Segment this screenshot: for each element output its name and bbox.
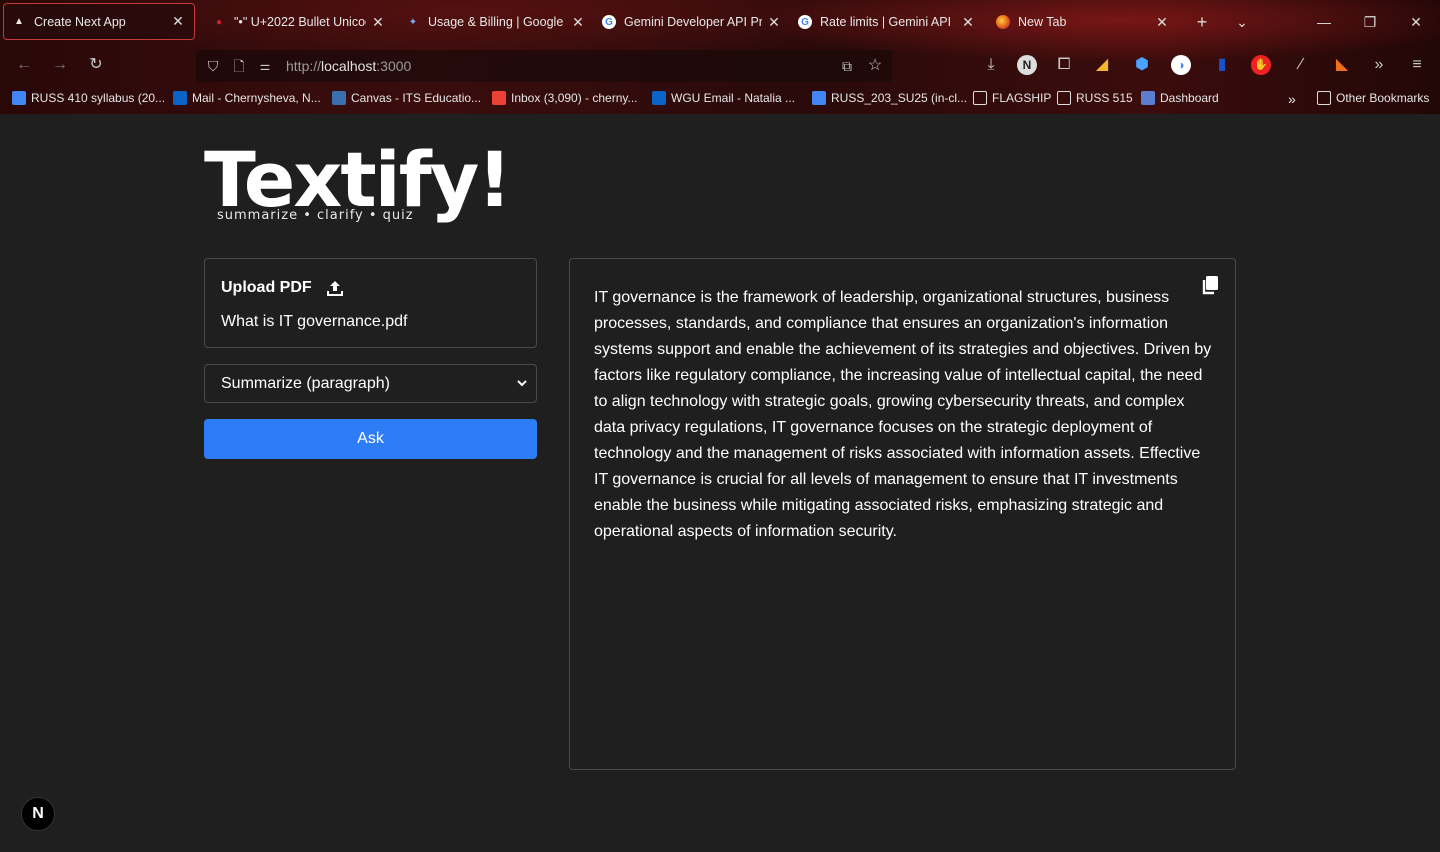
other-bookmarks-folder[interactable]: Other Bookmarks <box>1317 91 1429 105</box>
close-icon[interactable]: ✕ <box>1154 14 1170 31</box>
tab-title: "•" U+2022 Bullet Unicode Character <box>234 15 366 29</box>
tab-strip: ▲ Create Next App ✕ ● "•" U+2022 Bullet … <box>0 0 1440 44</box>
bookmark-item[interactable]: Mail - Chernysheva, N... <box>173 91 321 105</box>
upload-pdf-card[interactable]: Upload PDF What is IT governance.pdf <box>204 258 537 348</box>
extension-icon[interactable]: ◢ <box>1091 54 1113 76</box>
overflow-chevron-icon[interactable]: » <box>1368 54 1390 76</box>
bookmark-item[interactable]: Canvas - ITS Educatio... <box>332 91 481 105</box>
tab-title: Usage & Billing | Google AI Studio <box>428 15 566 29</box>
nextjs-dev-badge[interactable]: N <box>21 797 55 831</box>
menu-icon[interactable]: ≡ <box>1406 54 1428 76</box>
docs-icon <box>12 91 26 105</box>
tab-title: Create Next App <box>34 14 126 29</box>
firefox-icon <box>996 15 1010 29</box>
google-icon: G <box>798 15 812 29</box>
privacy-extension-icon[interactable]: ◑ <box>1171 55 1191 75</box>
close-icon[interactable]: ✕ <box>960 14 976 31</box>
close-icon[interactable]: ✕ <box>766 14 782 31</box>
translate-icon[interactable]: ⧉ <box>836 55 858 77</box>
bullet-site-icon: ● <box>215 16 223 28</box>
bookmarks-overflow-icon[interactable]: » <box>1288 91 1296 107</box>
reload-icon[interactable]: ↻ <box>85 54 107 76</box>
folder-icon <box>1317 91 1331 105</box>
close-icon[interactable]: ✕ <box>370 14 386 31</box>
bookmark-extension-icon[interactable]: ▮ <box>1211 54 1233 76</box>
window-close-icon[interactable]: ✕ <box>1404 10 1428 34</box>
restore-icon[interactable]: ❐ <box>1358 10 1382 34</box>
outlook-icon <box>173 91 187 105</box>
tab-rate-limits[interactable]: G Rate limits | Gemini API ✕ <box>790 4 984 40</box>
chevron-down-icon <box>517 380 527 387</box>
tab-title: Gemini Developer API Pricing <box>624 15 762 29</box>
mode-select-value: Summarize (paragraph) <box>221 375 390 392</box>
back-arrow-icon[interactable]: ← <box>13 54 35 76</box>
bookmark-item[interactable]: RUSS 410 syllabus (20... <box>12 91 165 105</box>
gmail-icon <box>492 91 506 105</box>
extensions-puzzle-icon[interactable]: ⧠ <box>1053 54 1075 76</box>
folder-icon <box>973 91 987 105</box>
upload-pdf-button[interactable]: Upload PDF <box>221 279 344 297</box>
close-icon[interactable]: ✕ <box>570 14 586 31</box>
logo-tagline: summarize • clarify • quiz <box>215 208 416 223</box>
navigation-bar: ← → ↻ ⛉ 🗋 ⚌ http://localhost:3000 ⧉ ☆ ⤓ … <box>0 44 1440 86</box>
language-extension-icon[interactable]: ⬢ <box>1131 54 1153 76</box>
adblock-extension-icon[interactable]: ✋ <box>1251 55 1271 75</box>
outlook-icon <box>652 91 666 105</box>
tab-bullet-unicode[interactable]: ● "•" U+2022 Bullet Unicode Character ✕ <box>204 4 394 40</box>
upload-pdf-label: Upload PDF <box>221 279 312 296</box>
upload-icon <box>326 281 343 296</box>
notion-extension-icon[interactable]: N <box>1017 55 1037 75</box>
permissions-icon[interactable]: ⚌ <box>254 55 276 77</box>
canvas-icon <box>332 91 346 105</box>
new-tab-plus-icon[interactable]: + <box>1190 10 1214 34</box>
bookmark-item[interactable]: Inbox (3,090) - cherny... <box>492 91 638 105</box>
vercel-triangle-icon: ▲ <box>14 16 24 27</box>
uploaded-file-name: What is IT governance.pdf <box>221 313 408 330</box>
dashboard-icon <box>1141 91 1155 105</box>
textify-logo: Textify! summarize • clarify • quiz <box>204 140 512 230</box>
bookmarks-bar: RUSS 410 syllabus (20... Mail - Chernysh… <box>0 88 1440 112</box>
star-bookmark-icon[interactable]: ☆ <box>864 55 886 77</box>
extension-icon[interactable]: ◣ <box>1331 54 1353 76</box>
page-icon[interactable]: 🗋 <box>228 55 250 77</box>
ask-button[interactable]: Ask <box>204 419 537 459</box>
bookmark-item[interactable]: WGU Email - Natalia ... <box>652 91 795 105</box>
tab-title: Rate limits | Gemini API <box>820 15 952 29</box>
folder-icon <box>1057 91 1071 105</box>
google-icon: G <box>602 15 616 29</box>
tab-gemini-pricing[interactable]: G Gemini Developer API Pricing ✕ <box>594 4 790 40</box>
url-bar[interactable]: ⛉ 🗋 ⚌ http://localhost:3000 ⧉ ☆ <box>196 50 892 82</box>
eyedropper-icon[interactable]: ⁄ <box>1290 54 1312 76</box>
shield-icon[interactable]: ⛉ <box>202 55 224 77</box>
bookmark-folder[interactable]: FLAGSHIP <box>973 91 1051 105</box>
close-icon[interactable]: ✕ <box>170 13 186 30</box>
output-panel: IT governance is the framework of leader… <box>569 258 1236 770</box>
docs-icon <box>812 91 826 105</box>
forward-arrow-icon[interactable]: → <box>49 54 71 76</box>
bookmark-item[interactable]: Dashboard <box>1141 91 1219 105</box>
tab-usage-billing[interactable]: ✦ Usage & Billing | Google AI Studio ✕ <box>398 4 594 40</box>
bookmark-item[interactable]: RUSS_203_SU25 (in-cl... <box>812 91 967 105</box>
output-text: IT governance is the framework of leader… <box>594 289 1212 540</box>
tab-title: New Tab <box>1018 15 1067 29</box>
bookmark-folder[interactable]: RUSS 515 <box>1057 91 1133 105</box>
tab-list-chevron-icon[interactable]: ⌄ <box>1230 10 1254 34</box>
ai-studio-icon: ✦ <box>408 16 418 28</box>
tab-create-next-app[interactable]: ▲ Create Next App ✕ <box>3 3 195 40</box>
url-text[interactable]: http://localhost:3000 <box>286 58 411 74</box>
minimize-icon[interactable]: — <box>1312 10 1336 34</box>
tab-new-tab[interactable]: New Tab ✕ <box>988 4 1178 40</box>
download-icon[interactable]: ⤓ <box>980 54 1002 76</box>
browser-chrome: ▲ Create Next App ✕ ● "•" U+2022 Bullet … <box>0 0 1440 114</box>
mode-select[interactable]: Summarize (paragraph) <box>204 364 537 403</box>
